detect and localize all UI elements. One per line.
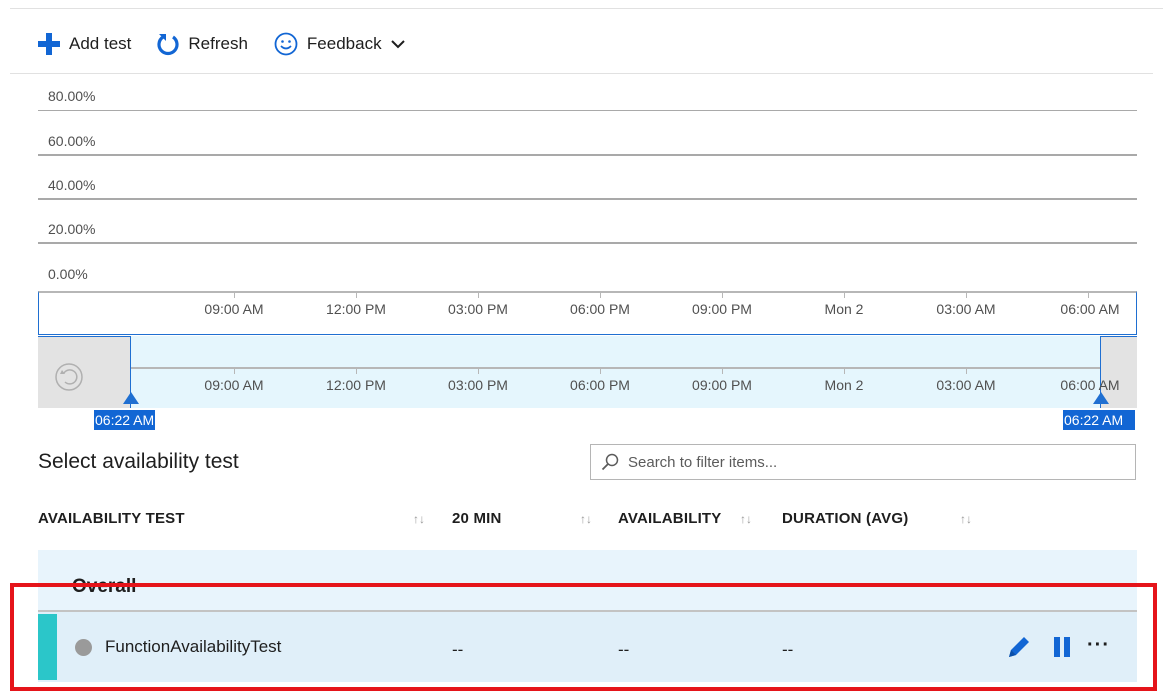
y-tick-label: 0.00% <box>48 266 88 282</box>
refresh-button[interactable]: Refresh <box>157 32 248 56</box>
y-tick-label: 80.00% <box>48 88 96 104</box>
x-tick-label: 03:00 PM <box>448 301 508 317</box>
feedback-button[interactable]: Feedback <box>274 32 406 56</box>
search-placeholder: Search to filter items... <box>628 453 778 471</box>
range-selector[interactable] <box>38 336 1137 408</box>
highlight-box <box>10 583 1157 691</box>
sort-icon[interactable]: ↑↓ <box>740 512 752 526</box>
gridline <box>38 242 1137 244</box>
column-header-duration[interactable]: DURATION (AVG) <box>782 510 908 527</box>
range-tick-label: Mon 2 <box>824 377 864 393</box>
refresh-label: Refresh <box>188 34 248 53</box>
range-start-label: 06:22 AM <box>94 410 156 430</box>
x-tick-label: 09:00 PM <box>692 301 752 317</box>
range-end-handle[interactable] <box>1093 392 1109 404</box>
section-title: Select availability test <box>38 450 239 473</box>
chevron-down-icon[interactable] <box>390 38 406 50</box>
toolbar-divider <box>10 73 1153 74</box>
reset-zoom-icon[interactable] <box>54 362 84 392</box>
axis-tick <box>1088 293 1089 298</box>
y-tick-label: 40.00% <box>48 177 96 193</box>
axis-tick <box>600 293 601 298</box>
axis-tick <box>234 293 235 298</box>
refresh-icon <box>157 34 179 56</box>
search-icon <box>601 453 619 471</box>
sort-icon[interactable]: ↑↓ <box>413 512 425 526</box>
y-tick-label: 20.00% <box>48 221 96 237</box>
axis-tick <box>356 293 357 298</box>
feedback-label: Feedback <box>306 34 382 53</box>
range-tick <box>600 369 601 374</box>
range-tick-label: 03:00 AM <box>936 377 996 393</box>
range-tick <box>478 369 479 374</box>
smiley-icon <box>274 32 298 56</box>
plus-icon <box>38 33 60 55</box>
range-end-label: 06:22 AM <box>1063 410 1135 430</box>
sort-icon[interactable]: ↑↓ <box>580 512 592 526</box>
x-tick-label: Mon 2 <box>824 301 864 317</box>
add-test-button[interactable]: Add test <box>38 33 131 55</box>
range-axis-line <box>131 367 1100 369</box>
axis-tick <box>478 293 479 298</box>
gridline <box>38 198 1137 200</box>
range-tick-label: 09:00 AM <box>204 377 264 393</box>
range-mask-left <box>38 336 131 408</box>
range-tick-label: 09:00 PM <box>692 377 752 393</box>
column-header-availability[interactable]: AVAILABILITY <box>618 510 722 527</box>
axis-tick <box>844 293 845 298</box>
range-tick-label: 06:00 AM <box>1060 377 1120 393</box>
range-tick <box>356 369 357 374</box>
x-tick-label: 06:00 AM <box>1060 301 1120 317</box>
gridline <box>38 154 1137 156</box>
toolbar: Add test Refresh Feedback <box>38 24 432 64</box>
range-tick-label: 03:00 PM <box>448 377 508 393</box>
range-start-handle[interactable] <box>123 392 139 404</box>
add-test-label: Add test <box>69 34 132 53</box>
x-tick-label: 03:00 AM <box>936 301 996 317</box>
column-header-availability-test[interactable]: AVAILABILITY TEST <box>38 510 185 527</box>
x-tick-label: 09:00 AM <box>204 301 264 317</box>
range-tick <box>234 369 235 374</box>
x-tick-label: 12:00 PM <box>326 301 386 317</box>
range-tick-label: 06:00 PM <box>570 377 630 393</box>
gridline <box>38 110 1137 111</box>
x-tick-label: 06:00 PM <box>570 301 630 317</box>
y-tick-label: 60.00% <box>48 133 96 149</box>
sort-icon[interactable]: ↑↓ <box>960 512 972 526</box>
range-tick-label: 12:00 PM <box>326 377 386 393</box>
axis-tick <box>966 293 967 298</box>
axis-tick <box>722 293 723 298</box>
search-input[interactable]: Search to filter items... <box>590 444 1136 480</box>
range-tick <box>722 369 723 374</box>
top-divider <box>10 8 1163 9</box>
range-tick <box>844 369 845 374</box>
column-header-20-min[interactable]: 20 MIN <box>452 510 502 527</box>
range-tick <box>966 369 967 374</box>
